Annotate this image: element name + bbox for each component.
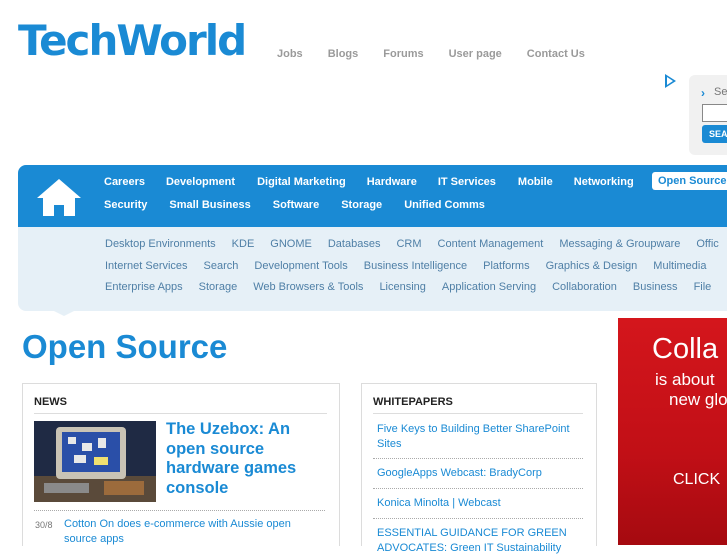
subnav-link[interactable]: File (694, 281, 712, 293)
search-label: Se (714, 86, 727, 98)
search-input[interactable] (702, 104, 727, 122)
whitepapers-divider (373, 458, 583, 459)
subnav-link[interactable]: Graphics & Design (546, 260, 638, 272)
sub-nav-row-1: Desktop Environments KDE GNOME Databases… (105, 238, 727, 250)
top-link-blogs[interactable]: Blogs (328, 48, 359, 60)
chevron-right-icon: › (701, 86, 705, 100)
whitepaper-link[interactable]: ESSENTIAL GUIDANCE FOR GREEN ADVOCATES: … (377, 526, 577, 556)
nav-security[interactable]: Security (104, 199, 147, 211)
subnav-link[interactable]: Content Management (438, 238, 544, 250)
adchoices-icon[interactable] (665, 74, 676, 88)
subnav-link[interactable]: Offic (696, 238, 718, 250)
news-item-link[interactable]: Cotton On does e-commerce with Aussie op… (64, 517, 314, 547)
techworld-logo[interactable]: TechWorld (18, 15, 247, 67)
news-divider (34, 413, 327, 414)
whitepapers-divider (373, 518, 583, 519)
news-featured-image[interactable] (34, 421, 156, 502)
whitepapers-heading: WHITEPAPERS (373, 396, 453, 408)
nav-development[interactable]: Development (166, 176, 235, 188)
nav-small-business[interactable]: Small Business (169, 199, 250, 211)
advert-cta[interactable]: CLICK (673, 471, 720, 489)
sub-nav-row-3: Enterprise Apps Storage Web Browsers & T… (105, 281, 727, 293)
news-heading: NEWS (34, 396, 67, 408)
subnav-link[interactable]: Collaboration (552, 281, 617, 293)
sub-nav-pointer (52, 310, 76, 316)
subnav-link[interactable]: Internet Services (105, 260, 188, 272)
top-link-forums[interactable]: Forums (383, 48, 423, 60)
subnav-link[interactable]: Enterprise Apps (105, 281, 183, 293)
whitepaper-link[interactable]: Konica Minolta | Webcast (377, 496, 577, 511)
nav-storage[interactable]: Storage (341, 199, 382, 211)
news-featured-title[interactable]: The Uzebox: An open source hardware game… (166, 420, 316, 498)
subnav-link[interactable]: CRM (396, 238, 421, 250)
nav-open-source[interactable]: Open Source (652, 172, 727, 190)
nav-it-services[interactable]: IT Services (438, 176, 496, 188)
sub-nav-row-2: Internet Services Search Development Too… (105, 260, 722, 272)
nav-unified-comms[interactable]: Unified Comms (404, 199, 485, 211)
subnav-link[interactable]: Licensing (379, 281, 425, 293)
subnav-link[interactable]: Databases (328, 238, 381, 250)
nav-row-secondary: Security Small Business Software Storage… (104, 199, 485, 211)
subnav-link[interactable]: Storage (199, 281, 238, 293)
page-title: Open Source (22, 328, 228, 365)
main-nav (18, 165, 727, 227)
whitepapers-divider (373, 413, 583, 414)
search-button[interactable]: SEA (702, 125, 727, 143)
subnav-link[interactable]: Platforms (483, 260, 529, 272)
top-link-contact-us[interactable]: Contact Us (527, 48, 585, 60)
subnav-link[interactable]: Desktop Environments (105, 238, 216, 250)
nav-networking[interactable]: Networking (574, 176, 634, 188)
whitepapers-divider (373, 488, 583, 489)
subnav-link[interactable]: Web Browsers & Tools (253, 281, 363, 293)
subnav-link[interactable]: GNOME (270, 238, 312, 250)
subnav-link[interactable]: Business Intelligence (364, 260, 467, 272)
top-link-user-page[interactable]: User page (449, 48, 502, 60)
advert-banner[interactable]: Colla is about new glo CLICK (618, 318, 727, 545)
nav-mobile[interactable]: Mobile (518, 176, 553, 188)
advert-line-2: is about (655, 370, 715, 389)
subnav-link[interactable]: KDE (232, 238, 255, 250)
subnav-link[interactable]: Search (204, 260, 239, 272)
subnav-link[interactable]: Messaging & Groupware (559, 238, 680, 250)
nav-software[interactable]: Software (273, 199, 319, 211)
subnav-link[interactable]: Multimedia (653, 260, 706, 272)
nav-digital-marketing[interactable]: Digital Marketing (257, 176, 346, 188)
top-links: Jobs Blogs Forums User page Contact Us (277, 48, 610, 60)
subnav-link[interactable]: Application Serving (442, 281, 536, 293)
news-divider (34, 510, 325, 511)
subnav-link[interactable]: Business (633, 281, 678, 293)
nav-row-primary: Careers Development Digital Marketing Ha… (104, 176, 649, 188)
nav-careers[interactable]: Careers (104, 176, 145, 188)
news-item-date: 30/8 (35, 520, 53, 530)
advert-line-3: new glo (669, 390, 727, 409)
whitepaper-link[interactable]: GoogleApps Webcast: BradyCorp (377, 466, 577, 481)
nav-hardware[interactable]: Hardware (367, 176, 417, 188)
top-link-jobs[interactable]: Jobs (277, 48, 303, 60)
home-icon[interactable] (34, 176, 84, 222)
advert-line-1: Colla (652, 333, 719, 365)
subnav-link[interactable]: Development Tools (254, 260, 347, 272)
whitepaper-link[interactable]: Five Keys to Building Better SharePoint … (377, 422, 577, 452)
